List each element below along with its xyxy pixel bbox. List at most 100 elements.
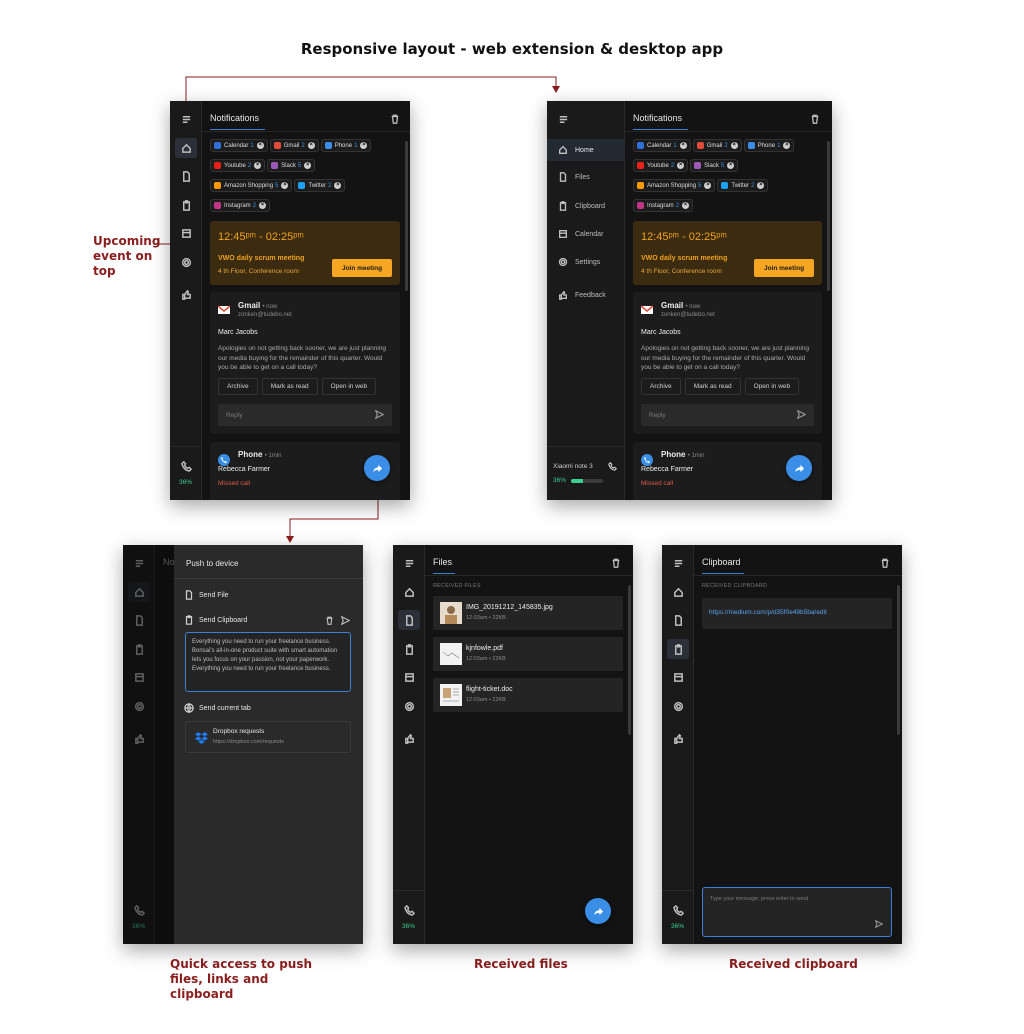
menu-icon[interactable] xyxy=(128,553,150,573)
share-fab[interactable] xyxy=(364,455,390,481)
settings-icon[interactable] xyxy=(667,696,689,716)
app-chip[interactable]: Instagram 2 × xyxy=(633,199,694,212)
feedback-icon[interactable] xyxy=(667,728,689,748)
menu-icon[interactable] xyxy=(175,109,197,129)
send-icon[interactable] xyxy=(375,410,384,419)
close-icon[interactable]: × xyxy=(682,202,690,209)
close-icon[interactable]: × xyxy=(783,142,791,149)
send-icon[interactable] xyxy=(341,616,350,625)
app-chip[interactable]: Youtube 2 × xyxy=(633,159,689,172)
settings-icon[interactable] xyxy=(398,696,420,716)
app-chip[interactable]: Twitter 2 × xyxy=(717,179,769,192)
app-chip[interactable]: Phone 1 × xyxy=(743,139,795,152)
home-icon[interactable] xyxy=(175,138,197,158)
trash-icon[interactable] xyxy=(325,616,334,625)
close-icon[interactable]: × xyxy=(254,162,262,169)
feedback-icon[interactable] xyxy=(128,728,150,748)
file-icon[interactable] xyxy=(667,610,689,630)
sidebar-item-calendar[interactable]: Calendar xyxy=(547,223,625,245)
clipboard-link[interactable]: https://medium.com/p/d35f0e49b5ba/edit xyxy=(709,609,827,616)
current-tab-card[interactable]: Dropbox requests https://dropbox.com/req… xyxy=(185,721,351,753)
trash-icon[interactable] xyxy=(810,111,820,124)
file-item[interactable]: flight-ticket.doc 12:03am • 22KB xyxy=(433,678,623,712)
close-icon[interactable]: × xyxy=(677,162,685,169)
close-icon[interactable]: × xyxy=(360,142,368,149)
sidebar-item-files[interactable]: Files xyxy=(547,166,625,188)
file-item[interactable]: kjnfowle.pdf 12:03am • 22KB xyxy=(433,637,623,671)
clipboard-icon[interactable] xyxy=(398,639,420,659)
trash-icon[interactable] xyxy=(611,555,621,568)
app-chip[interactable]: Youtube 2 × xyxy=(210,159,266,172)
app-chip[interactable]: Amazon Shopping 5 × xyxy=(633,179,716,192)
send-clipboard-row[interactable]: Send Clipboard xyxy=(184,615,247,625)
open-in-web-button[interactable]: Open in web xyxy=(744,378,800,395)
send-file-button[interactable]: Send File xyxy=(184,590,229,600)
join-meeting-button[interactable]: Join meeting xyxy=(754,259,814,277)
archive-button[interactable]: Archive xyxy=(641,378,681,395)
clipboard-item[interactable]: https://medium.com/p/d35f0e49b5ba/edit xyxy=(702,598,892,629)
mark-as-read-button[interactable]: Mark as read xyxy=(684,378,741,395)
sidebar-item-settings[interactable]: Settings xyxy=(547,251,625,273)
trash-icon[interactable] xyxy=(880,555,890,568)
close-icon[interactable]: × xyxy=(281,182,289,189)
file-icon[interactable] xyxy=(175,166,197,186)
clipboard-textarea[interactable]: Everything you need to run your freelanc… xyxy=(185,632,351,692)
share-fab[interactable] xyxy=(585,898,611,924)
close-icon[interactable]: × xyxy=(704,182,712,189)
menu-icon[interactable] xyxy=(398,553,420,573)
app-chip[interactable]: Amazon Shopping 5 × xyxy=(210,179,293,192)
mark-as-read-button[interactable]: Mark as read xyxy=(261,378,318,395)
menu-icon[interactable] xyxy=(667,553,689,573)
calendar-icon[interactable] xyxy=(175,223,197,243)
close-icon[interactable]: × xyxy=(307,142,315,149)
menu-icon[interactable] xyxy=(552,109,574,129)
calendar-icon[interactable] xyxy=(667,667,689,687)
app-chip[interactable]: Instagram 2 × xyxy=(210,199,271,212)
send-icon[interactable] xyxy=(797,410,806,419)
close-icon[interactable]: × xyxy=(757,182,765,189)
close-icon[interactable]: × xyxy=(334,182,342,189)
reply-input[interactable]: Reply xyxy=(218,404,392,426)
calendar-icon[interactable] xyxy=(398,667,420,687)
home-icon[interactable] xyxy=(128,582,150,602)
clipboard-icon[interactable] xyxy=(128,639,150,659)
home-icon[interactable] xyxy=(398,582,420,602)
app-chip[interactable]: Calendar 1 × xyxy=(210,139,268,152)
close-icon[interactable]: × xyxy=(727,162,735,169)
file-icon[interactable] xyxy=(398,610,420,630)
send-icon[interactable] xyxy=(875,920,883,928)
app-chip[interactable]: Twitter 2 × xyxy=(294,179,346,192)
sidebar-item-clipboard[interactable]: Clipboard xyxy=(547,195,625,217)
close-icon[interactable]: × xyxy=(256,142,264,149)
file-item[interactable]: IMG_20191212_145835.jpg 12:03am • 22KB xyxy=(433,596,623,630)
settings-icon[interactable] xyxy=(128,696,150,716)
sidebar-item-home[interactable]: Home xyxy=(547,139,625,161)
app-chip[interactable]: Calendar 1 × xyxy=(633,139,691,152)
clipboard-icon[interactable] xyxy=(175,195,197,215)
trash-icon[interactable] xyxy=(390,111,400,124)
send-current-tab-row[interactable]: Send current tab xyxy=(184,703,251,713)
feedback-icon[interactable] xyxy=(398,728,420,748)
sidebar-item-feedback[interactable]: Feedback xyxy=(547,284,625,306)
app-chip[interactable]: Phone 1 × xyxy=(320,139,372,152)
reply-input[interactable]: Reply xyxy=(641,404,814,426)
open-in-web-button[interactable]: Open in web xyxy=(321,378,377,395)
archive-button[interactable]: Archive xyxy=(218,378,258,395)
app-chip[interactable]: Slack 5 × xyxy=(267,159,316,172)
app-chip[interactable]: Gmail 2 × xyxy=(692,139,742,152)
close-icon[interactable]: × xyxy=(304,162,312,169)
home-icon[interactable] xyxy=(667,582,689,602)
share-fab[interactable] xyxy=(786,455,812,481)
settings-icon[interactable] xyxy=(175,252,197,272)
feedback-icon[interactable] xyxy=(175,284,197,304)
close-icon[interactable]: × xyxy=(679,142,687,149)
close-icon[interactable]: × xyxy=(730,142,738,149)
clipboard-icon[interactable] xyxy=(667,639,689,659)
file-icon[interactable] xyxy=(128,610,150,630)
app-chip[interactable]: Gmail 2 × xyxy=(269,139,319,152)
close-icon[interactable]: × xyxy=(259,202,267,209)
app-chip[interactable]: Slack 5 × xyxy=(690,159,739,172)
message-input[interactable]: Type your message, press enter to send xyxy=(702,887,892,937)
join-meeting-button[interactable]: Join meeting xyxy=(332,259,392,277)
calendar-icon[interactable] xyxy=(128,667,150,687)
